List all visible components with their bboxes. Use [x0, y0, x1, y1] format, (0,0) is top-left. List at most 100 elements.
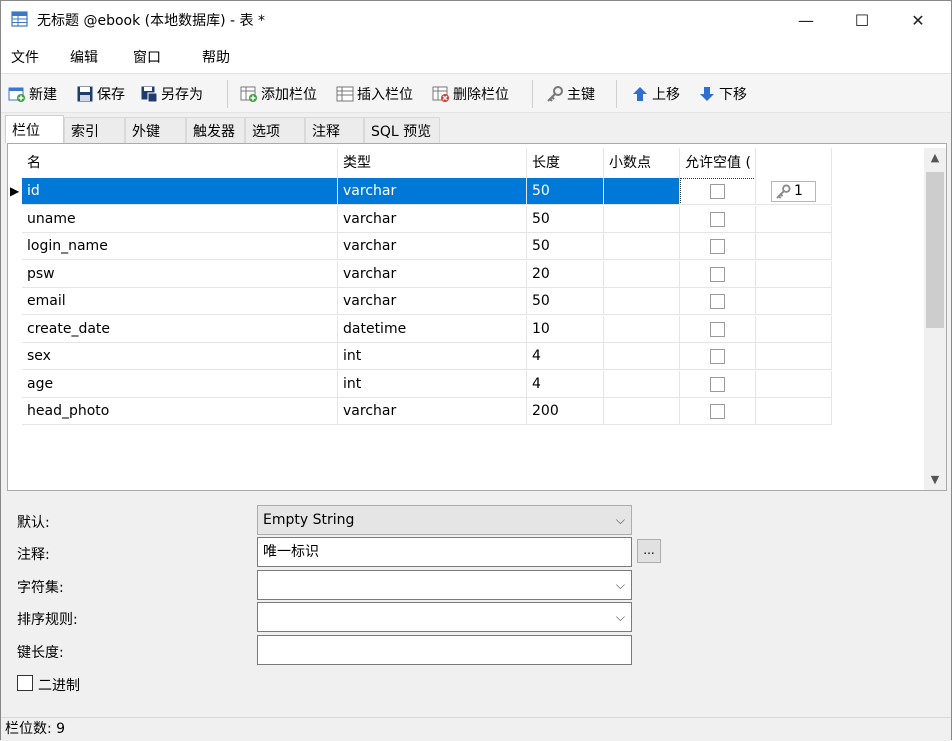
binary-checkbox[interactable] — [17, 675, 33, 691]
cell-name[interactable]: psw — [22, 261, 338, 288]
cell-key[interactable] — [756, 398, 832, 425]
cell-key[interactable] — [756, 371, 832, 398]
menu-help[interactable]: 帮助 — [202, 47, 230, 67]
cell-name[interactable]: age — [22, 371, 338, 398]
cell-name[interactable]: create_date — [22, 316, 338, 343]
key-length-input[interactable] — [257, 635, 632, 665]
cell-key[interactable] — [756, 261, 832, 288]
cell-length[interactable]: 50 — [527, 206, 604, 233]
cell-length[interactable]: 50 — [527, 288, 604, 315]
cell-name[interactable]: uname — [22, 206, 338, 233]
tab-sql-preview[interactable]: SQL 预览 — [364, 117, 440, 143]
comment-input[interactable]: 唯一标识 — [257, 537, 632, 567]
cell-decimals[interactable] — [604, 343, 680, 370]
close-button[interactable]: ✕ — [895, 1, 941, 39]
nullable-checkbox[interactable] — [710, 184, 725, 199]
cell-decimals[interactable] — [604, 398, 680, 425]
column-header-type[interactable]: 类型 — [338, 148, 527, 178]
cell-decimals[interactable] — [604, 261, 680, 288]
nullable-checkbox[interactable] — [710, 404, 725, 419]
cell-length[interactable]: 50 — [527, 233, 604, 260]
cell-nullable — [680, 261, 756, 288]
tab-fields[interactable]: 栏位 — [5, 115, 64, 143]
cell-decimals[interactable] — [604, 316, 680, 343]
cell-name[interactable]: email — [22, 288, 338, 315]
vertical-scrollbar[interactable]: ▲ ▼ — [924, 148, 946, 490]
maximize-button[interactable]: ☐ — [839, 1, 885, 39]
cell-type[interactable]: varchar — [338, 288, 527, 315]
nullable-checkbox[interactable] — [710, 294, 725, 309]
nullable-checkbox[interactable] — [710, 239, 725, 254]
menu-edit[interactable]: 编辑 — [70, 47, 98, 67]
minimize-button[interactable]: — — [783, 1, 829, 39]
collation-select[interactable]: ⌵ — [257, 602, 632, 632]
save-button[interactable]: 保存 — [76, 82, 125, 106]
save-as-button[interactable]: 另存为 — [140, 82, 203, 106]
nullable-checkbox[interactable] — [710, 377, 725, 392]
add-column-button[interactable]: 添加栏位 — [240, 82, 317, 106]
cell-type[interactable]: varchar — [338, 261, 527, 288]
scroll-down-icon[interactable]: ▼ — [924, 470, 946, 490]
nullable-checkbox[interactable] — [710, 349, 725, 364]
move-down-button[interactable]: 下移 — [698, 82, 747, 106]
cell-length[interactable]: 50 — [527, 178, 604, 205]
comment-label: 注释: — [17, 547, 50, 563]
menu-file[interactable]: 文件 — [11, 47, 39, 67]
tab-options[interactable]: 选项 — [245, 117, 305, 143]
cell-key[interactable] — [756, 206, 832, 233]
cell-name[interactable]: head_photo — [22, 398, 338, 425]
cell-decimals[interactable] — [604, 233, 680, 260]
column-header-key[interactable] — [756, 148, 832, 178]
delete-column-label: 删除栏位 — [453, 87, 509, 103]
cell-decimals[interactable] — [604, 371, 680, 398]
cell-key[interactable] — [756, 288, 832, 315]
nullable-checkbox[interactable] — [710, 212, 725, 227]
tab-comment[interactable]: 注释 — [305, 117, 364, 143]
cell-name[interactable]: sex — [22, 343, 338, 370]
cell-type[interactable]: datetime — [338, 316, 527, 343]
column-header-nullable[interactable]: 允许空值 ( — [680, 148, 756, 178]
cell-decimals[interactable] — [604, 206, 680, 233]
cell-length[interactable]: 20 — [527, 261, 604, 288]
cell-decimals[interactable] — [604, 288, 680, 315]
cell-key[interactable] — [756, 343, 832, 370]
cell-key[interactable] — [756, 316, 832, 343]
cell-length[interactable]: 4 — [527, 371, 604, 398]
cell-type[interactable]: varchar — [338, 233, 527, 260]
cell-type[interactable]: varchar — [338, 398, 527, 425]
menu-window[interactable]: 窗口 — [133, 47, 161, 67]
nullable-checkbox[interactable] — [710, 322, 725, 337]
column-header-length[interactable]: 长度 — [527, 148, 604, 178]
nullable-checkbox[interactable] — [710, 267, 725, 282]
default-select[interactable]: Empty String ⌵ — [257, 505, 632, 535]
tab-foreign-keys[interactable]: 外键 — [125, 117, 186, 143]
primary-key-button[interactable]: 主键 — [546, 82, 595, 106]
move-up-button[interactable]: 上移 — [631, 82, 680, 106]
cell-decimals[interactable] — [604, 178, 680, 205]
column-header-name[interactable]: 名 — [22, 148, 338, 178]
insert-column-button[interactable]: 插入栏位 — [336, 82, 413, 106]
cell-type[interactable]: int — [338, 371, 527, 398]
charset-select[interactable]: ⌵ — [257, 570, 632, 600]
cell-key[interactable]: 1 — [756, 178, 832, 205]
cell-key[interactable] — [756, 233, 832, 260]
column-header-decimals[interactable]: 小数点 — [604, 148, 680, 178]
default-label: 默认: — [17, 515, 50, 531]
scroll-up-icon[interactable]: ▲ — [924, 148, 946, 168]
new-button[interactable]: 新建 — [8, 82, 57, 106]
cell-type[interactable]: varchar — [338, 178, 527, 205]
comment-ellipsis-button[interactable]: ... — [637, 539, 661, 563]
cell-name[interactable]: id — [22, 178, 338, 205]
cell-length[interactable]: 4 — [527, 343, 604, 370]
new-table-icon — [8, 87, 25, 102]
cell-length[interactable]: 10 — [527, 316, 604, 343]
tab-indexes[interactable]: 索引 — [64, 117, 125, 143]
cell-type[interactable]: varchar — [338, 206, 527, 233]
scrollbar-thumb[interactable] — [926, 172, 944, 328]
cell-type[interactable]: int — [338, 343, 527, 370]
cell-length[interactable]: 200 — [527, 398, 604, 425]
cell-name[interactable]: login_name — [22, 233, 338, 260]
delete-column-button[interactable]: 删除栏位 — [432, 82, 509, 106]
toolbar: 新建 保存 另存为 添加栏位 插入栏位 删除栏位 主键 上移 下移 — [1, 73, 951, 113]
tab-triggers[interactable]: 触发器 — [186, 117, 245, 143]
